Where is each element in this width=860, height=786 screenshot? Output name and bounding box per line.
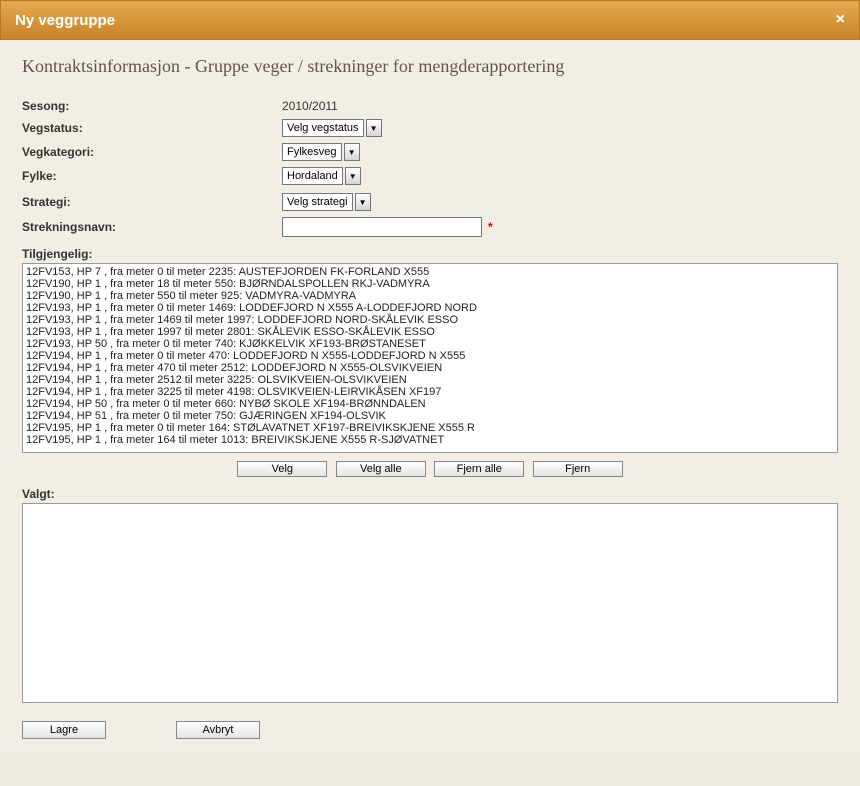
row-vegkategori: Vegkategori: Fylkesveg ▼ [22, 143, 838, 161]
strategi-select[interactable]: Velg strategi [282, 193, 353, 211]
footer-buttons: Lagre Avbryt [22, 721, 838, 739]
list-item[interactable]: 12FV190, HP 1 , fra meter 550 til meter … [25, 290, 835, 302]
vegstatus-label: Vegstatus: [22, 121, 282, 135]
selected-listbox[interactable] [22, 503, 838, 703]
chevron-down-icon[interactable]: ▼ [344, 143, 360, 161]
list-item[interactable]: 12FV194, HP 1 , fra meter 3225 til meter… [25, 386, 835, 398]
strekningsnavn-label: Strekningsnavn: [22, 220, 282, 234]
row-strekningsnavn: Strekningsnavn: * [22, 217, 838, 237]
vegkategori-label: Vegkategori: [22, 145, 282, 159]
available-label: Tilgjengelig: [22, 247, 838, 261]
fylke-select[interactable]: Hordaland [282, 167, 343, 185]
vegstatus-select[interactable]: Velg vegstatus [282, 119, 364, 137]
list-item[interactable]: 12FV194, HP 1 , fra meter 0 til meter 47… [25, 350, 835, 362]
list-item[interactable]: 12FV194, HP 50 , fra meter 0 til meter 6… [25, 398, 835, 410]
list-item[interactable]: 12FV190, HP 1 , fra meter 18 til meter 5… [25, 278, 835, 290]
list-item[interactable]: 12FV193, HP 1 , fra meter 1469 til meter… [25, 314, 835, 326]
lagre-button[interactable]: Lagre [22, 721, 106, 739]
velg-alle-button[interactable]: Velg alle [336, 461, 426, 477]
row-fylke: Fylke: Hordaland ▼ [22, 167, 838, 185]
chevron-down-icon[interactable]: ▼ [366, 119, 382, 137]
close-icon[interactable]: × [836, 11, 845, 29]
velg-button[interactable]: Velg [237, 461, 327, 477]
list-item[interactable]: 12FV153, HP 7 , fra meter 0 til meter 22… [25, 266, 835, 278]
strekningsnavn-input[interactable] [282, 217, 482, 237]
sesong-value: 2010/2011 [282, 99, 338, 113]
row-vegstatus: Vegstatus: Velg vegstatus ▼ [22, 119, 838, 137]
list-item[interactable]: 12FV194, HP 1 , fra meter 2512 til meter… [25, 374, 835, 386]
fylke-label: Fylke: [22, 169, 282, 183]
dialog-content: Kontraktsinformasjon - Gruppe veger / st… [0, 40, 860, 753]
fjern-alle-button[interactable]: Fjern alle [434, 461, 524, 477]
selected-label: Valgt: [22, 487, 838, 501]
list-item[interactable]: 12FV194, HP 51 , fra meter 0 til meter 7… [25, 410, 835, 422]
fjern-button[interactable]: Fjern [533, 461, 623, 477]
avbryt-button[interactable]: Avbryt [176, 721, 260, 739]
transfer-button-row: Velg Velg alle Fjern alle Fjern [22, 459, 838, 477]
row-strategi: Strategi: Velg strategi ▼ [22, 193, 838, 211]
strategi-label: Strategi: [22, 195, 282, 209]
vegkategori-select[interactable]: Fylkesveg [282, 143, 342, 161]
list-item[interactable]: 12FV193, HP 50 , fra meter 0 til meter 7… [25, 338, 835, 350]
list-item[interactable]: 12FV195, HP 1 , fra meter 0 til meter 16… [25, 422, 835, 434]
dialog-title: Ny veggruppe [15, 12, 115, 29]
available-listbox[interactable]: 12FV153, HP 7 , fra meter 0 til meter 22… [22, 263, 838, 453]
dialog: Ny veggruppe × Kontraktsinformasjon - Gr… [0, 0, 860, 786]
chevron-down-icon[interactable]: ▼ [345, 167, 361, 185]
list-item[interactable]: 12FV194, HP 1 , fra meter 470 til meter … [25, 362, 835, 374]
list-item[interactable]: 12FV193, HP 1 , fra meter 1997 til meter… [25, 326, 835, 338]
required-marker: * [488, 220, 493, 234]
chevron-down-icon[interactable]: ▼ [355, 193, 371, 211]
list-item[interactable]: 12FV193, HP 1 , fra meter 0 til meter 14… [25, 302, 835, 314]
row-sesong: Sesong: 2010/2011 [22, 99, 838, 113]
sesong-label: Sesong: [22, 99, 282, 113]
dialog-titlebar: Ny veggruppe × [0, 0, 860, 40]
list-item[interactable]: 12FV195, HP 1 , fra meter 164 til meter … [25, 434, 835, 446]
page-title: Kontraktsinformasjon - Gruppe veger / st… [22, 56, 838, 77]
